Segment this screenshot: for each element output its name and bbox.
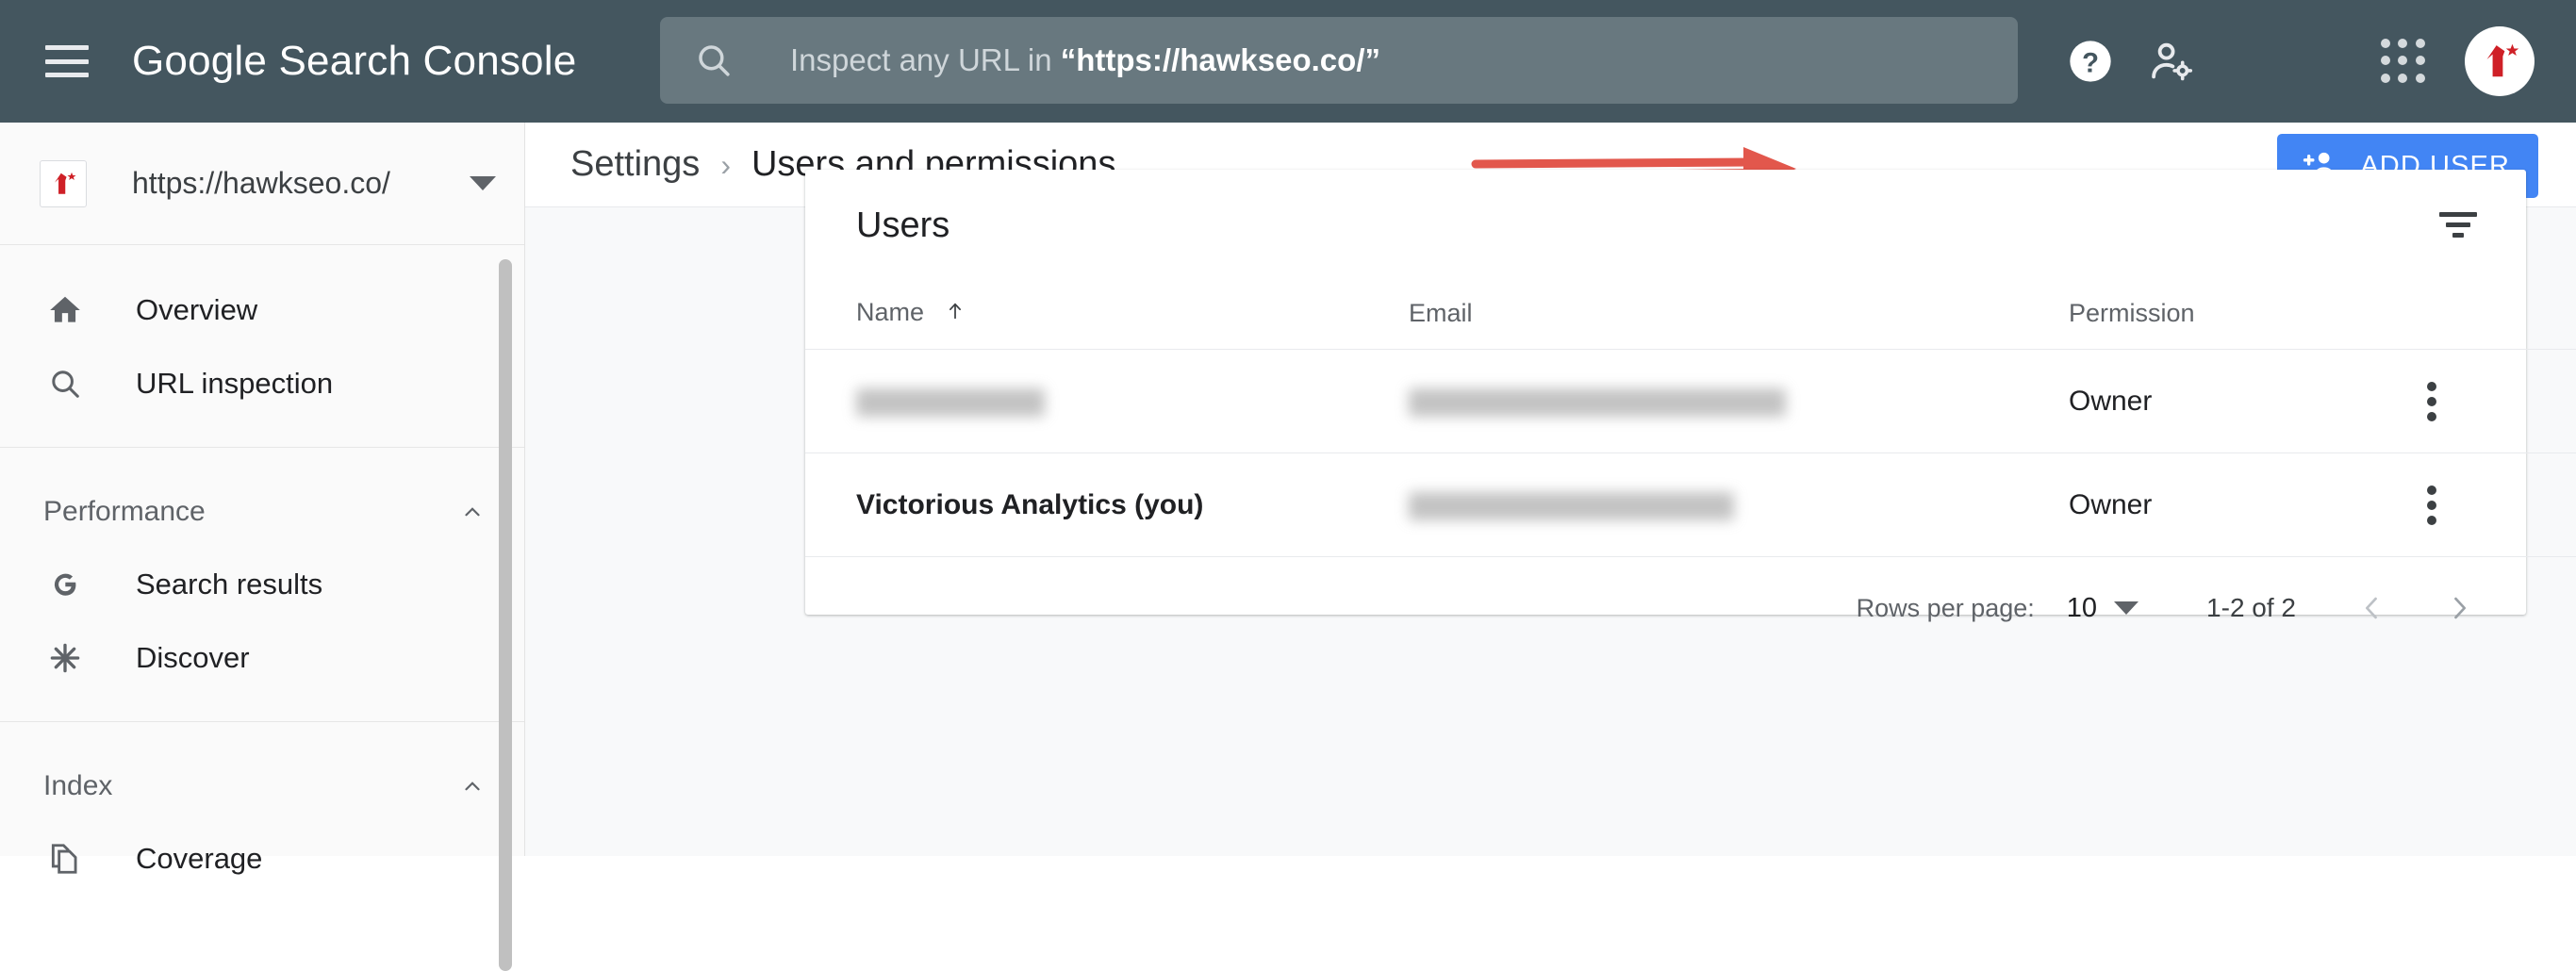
sidebar-item-label: Search results bbox=[136, 568, 323, 601]
sidebar-item-label: Discover bbox=[136, 641, 250, 674]
redacted-email bbox=[1409, 491, 1734, 520]
more-vert-icon bbox=[2427, 381, 2576, 421]
breadcrumb-parent-settings[interactable]: Settings bbox=[570, 144, 700, 185]
app-brand-title: Google Search Console bbox=[132, 38, 577, 84]
top-app-bar: Google Search Console Inspect any URL in… bbox=[0, 0, 2576, 123]
google-g-icon bbox=[43, 567, 87, 602]
redacted-email bbox=[1409, 387, 1786, 417]
property-url-label: https://hawkseo.co/ bbox=[132, 166, 390, 200]
column-header-actions bbox=[2427, 281, 2576, 350]
column-header-email[interactable]: Email bbox=[1409, 281, 2069, 350]
cell-name bbox=[805, 349, 1409, 453]
sidebar-item-search-results[interactable]: Search results bbox=[0, 548, 524, 621]
more-vert-icon bbox=[2427, 485, 2576, 525]
users-table-body: Owner Victorious Analytics (you) Owner bbox=[805, 349, 2576, 557]
next-page-button[interactable] bbox=[2443, 592, 2475, 624]
chevron-down-icon[interactable] bbox=[2114, 601, 2139, 615]
chevron-down-icon[interactable] bbox=[470, 176, 496, 190]
coverage-pages-icon bbox=[43, 841, 87, 877]
url-inspection-search-bar[interactable]: Inspect any URL in “https://hawkseo.co/” bbox=[660, 17, 2018, 104]
cell-email bbox=[1409, 349, 2069, 453]
users-card: Users Name Email Permission Owner Victor… bbox=[805, 170, 2576, 623]
column-header-name[interactable]: Name bbox=[805, 281, 1409, 350]
sidebar-section-index[interactable]: Index bbox=[0, 750, 524, 822]
table-row[interactable]: Victorious Analytics (you) Owner bbox=[805, 453, 2576, 557]
search-placeholder-url: “https://hawkseo.co/” bbox=[1060, 42, 1380, 77]
apps-grid-icon[interactable] bbox=[2363, 21, 2444, 102]
user-avatar-hawk-logo-icon bbox=[2486, 43, 2519, 77]
sidebar-section-label: Index bbox=[43, 770, 113, 801]
property-selector[interactable]: https://hawkseo.co/ bbox=[0, 123, 524, 245]
chevron-up-icon[interactable] bbox=[460, 500, 485, 524]
sidebar-item-coverage[interactable]: Coverage bbox=[0, 822, 524, 896]
apps-grid-dots bbox=[2381, 39, 2426, 84]
sidebar-section-label: Performance bbox=[43, 496, 206, 527]
breadcrumb-separator-icon: › bbox=[720, 148, 731, 182]
users-card-title: Users bbox=[856, 205, 950, 245]
sidebar-item-label: Overview bbox=[136, 293, 258, 326]
users-table: Name Email Permission Owner Victorious A… bbox=[805, 281, 2576, 557]
previous-page-button[interactable] bbox=[2356, 592, 2388, 624]
arrow-up-icon bbox=[945, 299, 966, 328]
cell-email bbox=[1409, 453, 2069, 557]
cell-permission: Owner bbox=[2069, 453, 2427, 557]
avatar[interactable] bbox=[2465, 26, 2535, 96]
row-menu-button[interactable] bbox=[2427, 349, 2576, 453]
filter-icon[interactable] bbox=[2432, 204, 2485, 245]
search-placeholder: Inspect any URL in “https://hawkseo.co/” bbox=[790, 42, 1380, 78]
nav-group-performance: Performance Search results Discover bbox=[0, 448, 524, 722]
search-icon bbox=[694, 41, 734, 80]
rows-per-page-value[interactable]: 10 bbox=[2067, 593, 2097, 624]
sidebar-item-url-inspection[interactable]: URL inspection bbox=[0, 347, 524, 420]
home-icon bbox=[43, 292, 87, 328]
hamburger-menu-icon[interactable] bbox=[45, 45, 89, 77]
users-table-header: Name Email Permission bbox=[805, 281, 2576, 350]
search-placeholder-prefix: Inspect any URL in bbox=[790, 42, 1061, 77]
table-header-row: Name Email Permission bbox=[805, 281, 2576, 350]
nav-group-primary: Overview URL inspection bbox=[0, 245, 524, 448]
rows-per-page-label: Rows per page: bbox=[1856, 593, 2035, 622]
row-menu-button[interactable] bbox=[2427, 453, 2576, 557]
pagination-controls: Rows per page: 10 1-2 of 2 bbox=[805, 557, 2526, 659]
search-icon bbox=[43, 366, 87, 402]
top-bar-icon-group: ? bbox=[2050, 0, 2576, 123]
sidebar-item-label: Coverage bbox=[136, 842, 263, 875]
table-row[interactable]: Owner bbox=[805, 349, 2576, 453]
property-hawk-logo-icon bbox=[40, 159, 87, 207]
pagination-range: 1-2 of 2 bbox=[2206, 593, 2296, 622]
sidebar: https://hawkseo.co/ Overview URL inspect… bbox=[0, 123, 525, 971]
sidebar-scrollbar[interactable] bbox=[499, 259, 512, 971]
users-card-header: Users bbox=[805, 170, 2526, 281]
cell-permission: Owner bbox=[2069, 349, 2427, 453]
discover-asterisk-icon bbox=[43, 640, 87, 676]
sidebar-item-discover[interactable]: Discover bbox=[0, 621, 524, 695]
chevron-up-icon[interactable] bbox=[460, 774, 485, 798]
cell-name: Victorious Analytics (you) bbox=[805, 453, 1409, 557]
sidebar-item-overview[interactable]: Overview bbox=[0, 273, 524, 347]
account-settings-icon[interactable] bbox=[2131, 21, 2212, 102]
sidebar-item-label: URL inspection bbox=[136, 367, 334, 400]
column-header-name-label: Name bbox=[856, 298, 925, 326]
sidebar-section-performance[interactable]: Performance bbox=[0, 476, 524, 548]
column-header-permission[interactable]: Permission bbox=[2069, 281, 2427, 350]
help-question-icon[interactable]: ? bbox=[2050, 21, 2131, 102]
nav-group-index: Index Coverage bbox=[0, 722, 524, 922]
main-content: Settings › Users and permissions ADD USE… bbox=[525, 123, 2576, 856]
redacted-name bbox=[856, 387, 1045, 417]
svg-text:?: ? bbox=[2082, 48, 2099, 78]
